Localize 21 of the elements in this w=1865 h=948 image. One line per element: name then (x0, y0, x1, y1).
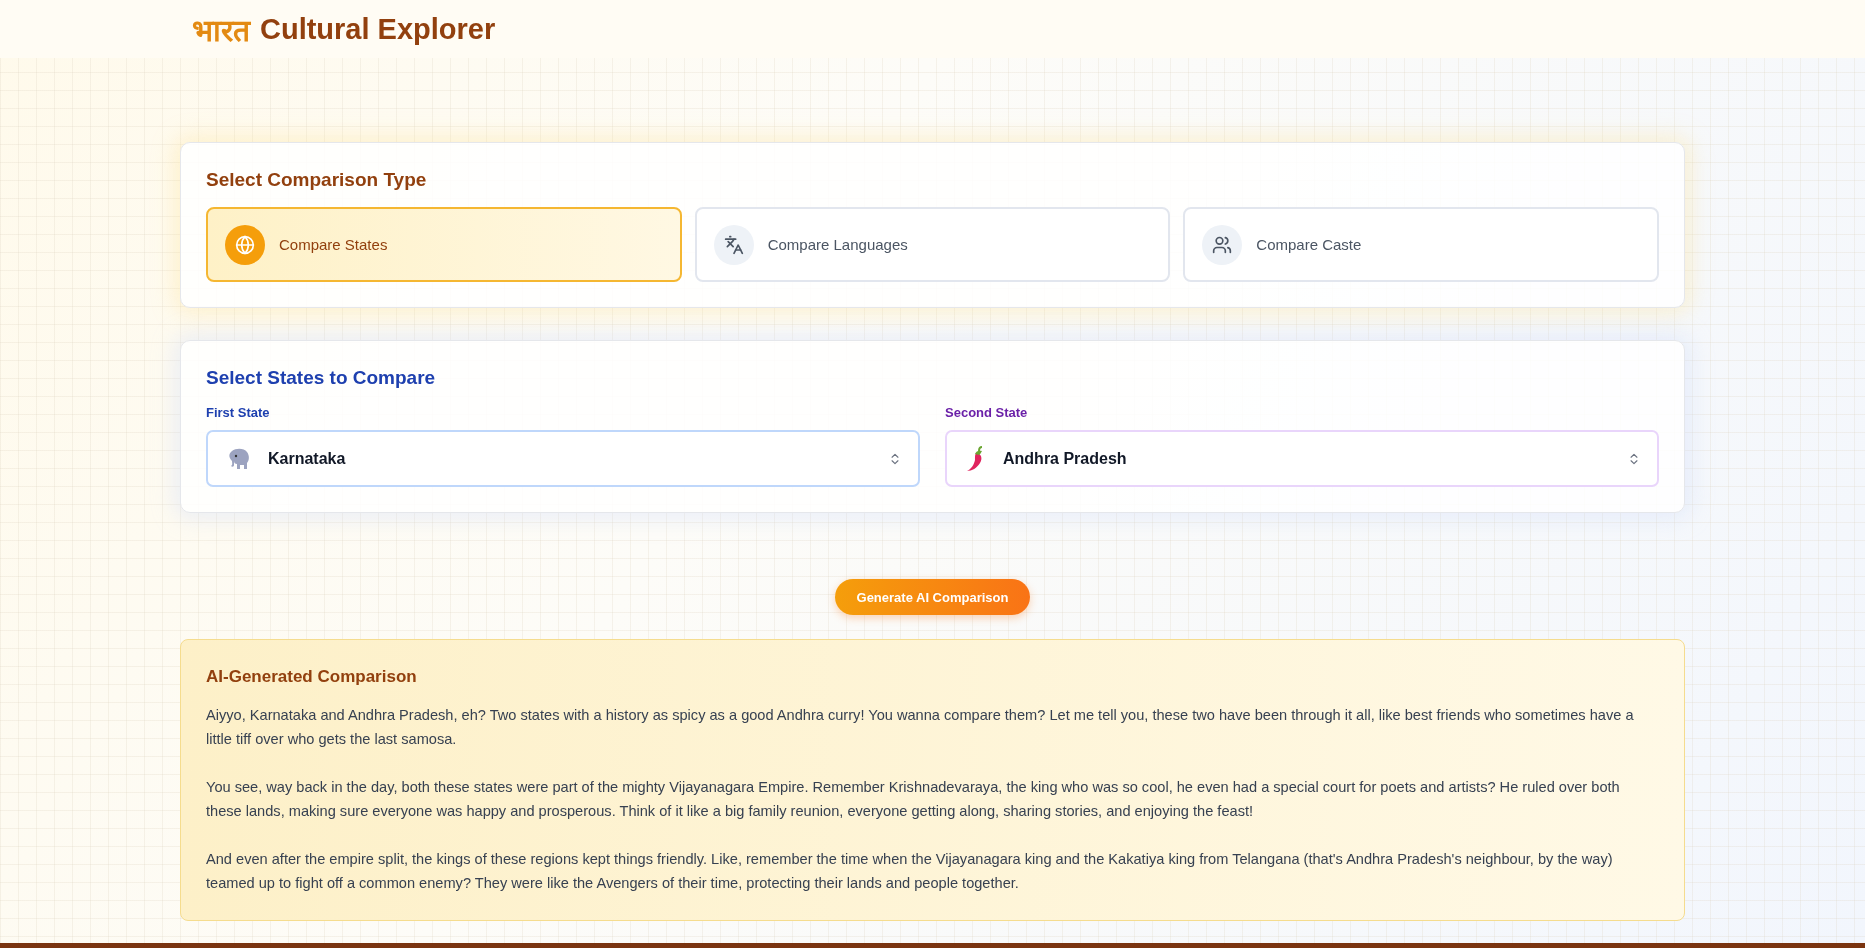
brand-accent: भारत (192, 11, 250, 50)
field-label: First State (206, 405, 271, 420)
field-label: Second State (945, 405, 1029, 420)
globe-icon (235, 234, 255, 255)
result-paragraph: Aiyyo, Karnataka and Andhra Pradesh, eh? Two states with a history as spicy as a good Andhra curry! You wanna compare them? Let me tell you, these two have been through it all, like best friends who sometimes have a little tiff over who gets the last samosa. (206, 706, 1635, 749)
card-title: Select States to Compare (206, 367, 437, 389)
comparison-option[interactable]: Compare Caste (1183, 207, 1659, 282)
comparison-option[interactable]: Compare States (206, 207, 682, 282)
state-select[interactable]: Andhra Pradesh (945, 430, 1659, 487)
card-title: Select Comparison Type (206, 169, 428, 191)
result-paragraph: And even after the empire split, the kings of these regions kept things friendly. Like, remember the time when the Vijayanagara king and the Kakatiya king from Telangana (that's Andhra Pradesh's neighbour, by the way) teamed up to fight off a common enemy? They were like the Avengers of their time, protecting their lands and people together. (206, 850, 1614, 893)
result-paragraph: You see, way back in the day, both these states were part of the mighty Vijayanagara Empire. Remember Krishnadevaraya, the king who was so cool, he even had a special court for poets and artists? He ruled over both these lands, making sure everyone was happy and prosperous. Think of it like a big family reunion, everyone getting along, sharing stories, and enjoying the feast! (206, 778, 1621, 821)
users-icon (1212, 234, 1233, 255)
elephant-icon (226, 446, 252, 471)
translate-icon (723, 234, 744, 255)
result-title: AI-Generated Comparison (206, 667, 418, 687)
select-value: Andhra Pradesh (1003, 449, 1128, 468)
brand-title: Cultural Explorer (260, 12, 496, 46)
select-value: Karnataka (268, 449, 347, 468)
comparison-option[interactable]: Compare Languages (694, 207, 1171, 282)
state-select[interactable]: Karnataka (206, 430, 920, 487)
